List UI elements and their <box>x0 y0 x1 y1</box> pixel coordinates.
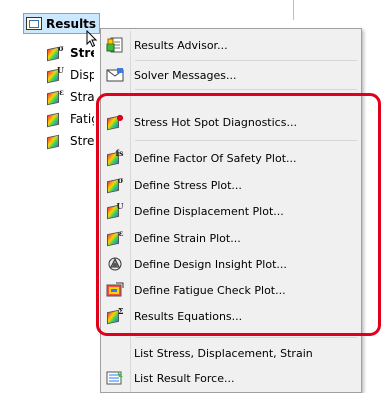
pane-divider <box>293 0 294 20</box>
menu-separator <box>135 337 357 338</box>
list-result-force-icon <box>105 370 125 386</box>
menu-item-solver-messages[interactable]: Solver Messages... <box>105 64 237 86</box>
mouse-cursor-icon <box>86 30 98 48</box>
menu-item-list-result-force[interactable]: List Result Force... <box>105 367 234 389</box>
tree-item-label: Stre <box>70 46 94 60</box>
results-advisor-icon <box>105 37 125 53</box>
tree-item-strain[interactable]: ε Strai <box>47 87 94 106</box>
stress-plot-icon: σ <box>47 43 64 61</box>
strain-plot-icon: ε <box>47 87 64 105</box>
tree-item-fatigue[interactable]: Fatig <box>47 110 94 128</box>
menu-item-label: List Stress, Displacement, Strain <box>134 346 313 360</box>
highlight-annotation-box <box>96 93 381 336</box>
results-folder-icon <box>26 17 42 30</box>
tree-item-label: Stres <box>70 134 94 148</box>
tree-item-label: Strai <box>70 90 94 104</box>
displacement-plot-icon: U <box>47 65 64 83</box>
menu-item-label: Results Advisor... <box>134 38 228 52</box>
results-panel: Results σ Stre U Displ ε Strai Fatig Str… <box>0 0 390 393</box>
menu-item-label: Solver Messages... <box>134 68 237 82</box>
menu-item-results-advisor[interactable]: Results Advisor... <box>105 34 228 56</box>
tree-item-displacement[interactable]: U Displ <box>47 65 94 84</box>
tree-item-label: Displ <box>70 68 94 82</box>
menu-item-label: List Result Force... <box>134 371 235 385</box>
menu-separator <box>135 60 357 61</box>
stress-plot-icon <box>47 134 64 149</box>
tree-item-stress-2[interactable]: Stres <box>47 132 94 150</box>
fatigue-plot-icon <box>47 112 64 127</box>
tree-root-label: Results <box>46 16 97 31</box>
menu-item-list-stress-displacement-strain[interactable]: List Stress, Displacement, Strain <box>105 342 313 364</box>
solver-messages-icon <box>105 67 125 83</box>
menu-separator <box>135 89 357 90</box>
tree-item-label: Fatig <box>70 112 94 126</box>
